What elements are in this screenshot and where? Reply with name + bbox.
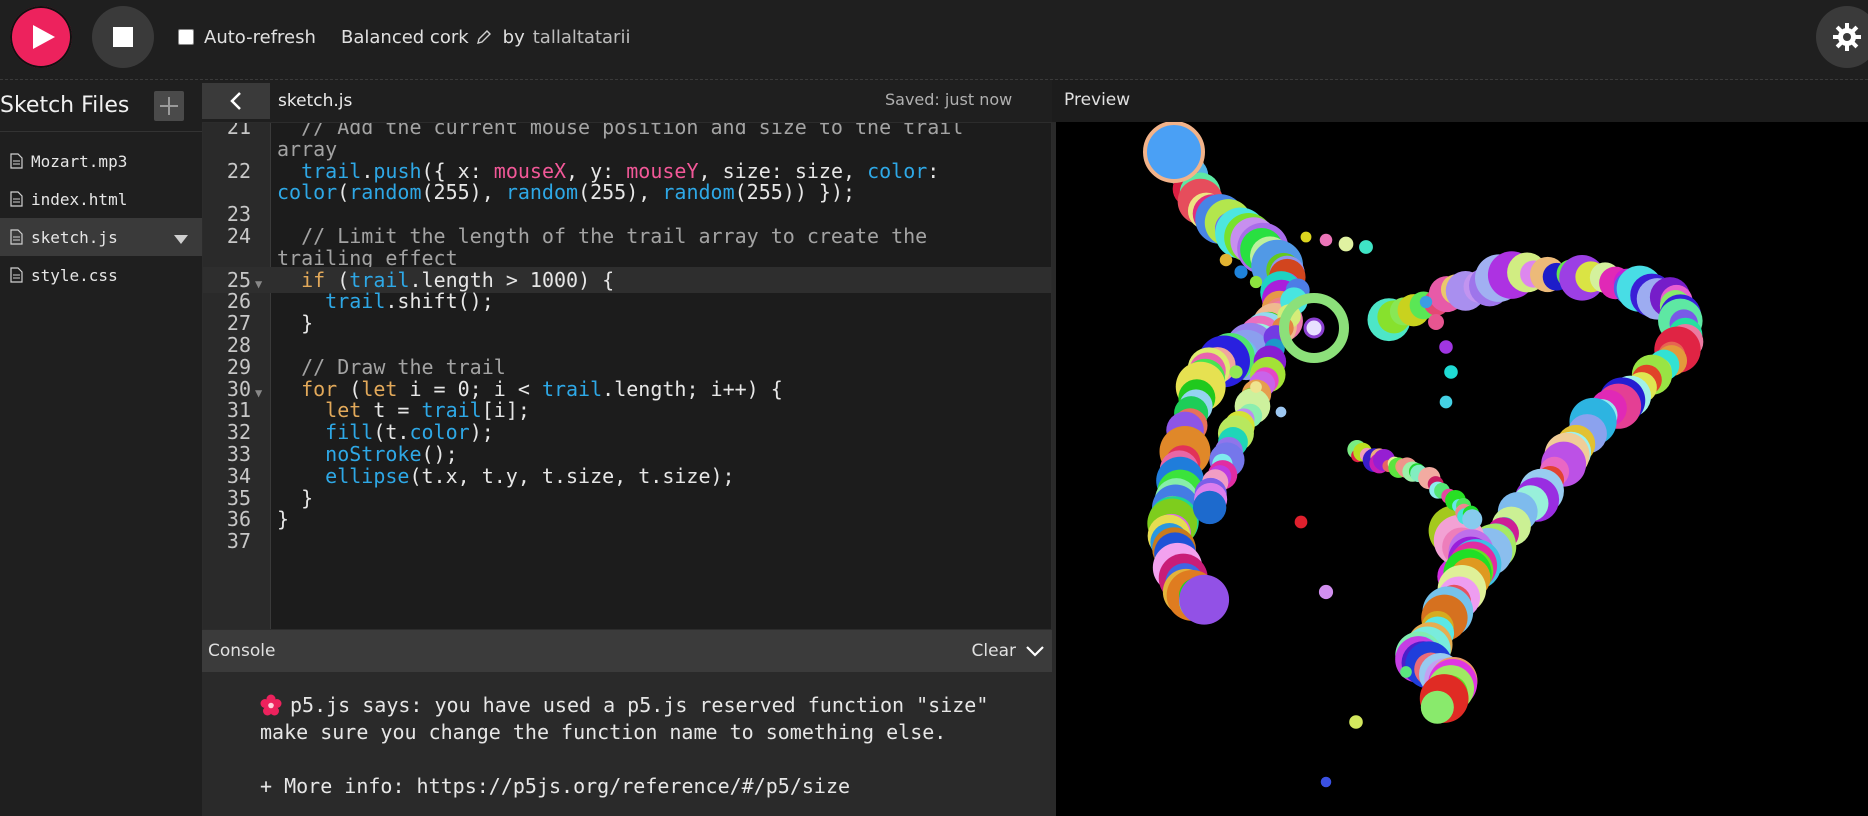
trail-dot xyxy=(1300,231,1312,243)
sidebar-title: Sketch Files xyxy=(0,93,130,118)
trail-dot xyxy=(1462,509,1483,530)
trail-dot xyxy=(1192,490,1227,525)
p5-flower-icon xyxy=(260,694,282,716)
editor-tabbar: sketch.js Saved: just now xyxy=(202,80,1052,122)
file-name: index.html xyxy=(31,189,128,209)
toolbar: Auto-refresh Balanced cork by tallaltata… xyxy=(0,0,1868,80)
play-icon xyxy=(32,25,55,49)
stop-button[interactable] xyxy=(92,6,154,68)
console-message-line2: make sure you change the function name t… xyxy=(260,720,947,744)
file-icon xyxy=(10,267,23,283)
auto-refresh-checkbox[interactable] xyxy=(178,29,194,45)
file-icon xyxy=(10,153,23,169)
trail-dot xyxy=(1359,240,1373,254)
pencil-icon[interactable] xyxy=(476,30,491,44)
file-name: Mozart.mp3 xyxy=(31,151,128,171)
by-label: by xyxy=(502,26,525,48)
settings-button[interactable] xyxy=(1816,6,1868,68)
auto-refresh-label: Auto-refresh xyxy=(204,26,316,48)
trail-dot xyxy=(1249,275,1263,289)
plus-icon xyxy=(160,96,178,115)
file-name: sketch.js xyxy=(31,227,118,247)
trail-dot xyxy=(1349,715,1363,729)
chevron-down-icon[interactable] xyxy=(1026,645,1044,657)
sidebar-header: Sketch Files xyxy=(0,80,202,132)
saved-status: Saved: just now xyxy=(885,90,1013,109)
file-item[interactable]: sketch.js xyxy=(0,218,202,256)
sketch-output-drawing xyxy=(1143,122,1704,788)
trail-dot xyxy=(1219,253,1233,267)
trail-dot xyxy=(1439,395,1453,409)
sketch-name[interactable]: Balanced cork xyxy=(341,27,469,48)
more-info-prefix: + More info: xyxy=(260,774,417,798)
console-header: Console Clear xyxy=(202,630,1052,672)
sketch-title: Balanced cork by tallaltatarii xyxy=(341,25,630,49)
trail-dot xyxy=(1318,584,1334,600)
play-button[interactable] xyxy=(10,6,72,68)
console-spacer xyxy=(260,746,1052,773)
file-item[interactable]: style.css xyxy=(0,256,202,294)
code-line[interactable]: 37 xyxy=(203,528,1051,554)
trail-dot xyxy=(1250,381,1262,393)
trail-dot xyxy=(1275,406,1287,418)
collapse-sidebar-button[interactable] xyxy=(202,83,270,119)
console-panel: Console Clear p5.js says: you have used … xyxy=(202,630,1052,816)
file-item[interactable]: index.html xyxy=(0,180,202,218)
file-name: style.css xyxy=(31,265,118,285)
trail-dot xyxy=(1320,776,1332,788)
trail-head-dot xyxy=(1143,122,1205,183)
console-title: Console xyxy=(208,641,276,661)
file-icon xyxy=(10,229,23,245)
gear-icon xyxy=(1833,23,1861,51)
trail-dot xyxy=(1420,690,1454,724)
trail-dot xyxy=(1234,265,1248,279)
console-clear-button[interactable]: Clear xyxy=(972,641,1016,661)
trail-dot xyxy=(1294,515,1308,529)
file-list: Mozart.mp3 index.html sketch.js style.css xyxy=(0,142,202,294)
line-number: 37 xyxy=(226,529,251,554)
trail-ring-center-dot xyxy=(1303,317,1325,339)
preview-label: Preview xyxy=(1064,90,1131,110)
trail-dot xyxy=(1338,236,1354,252)
file-item[interactable]: Mozart.mp3 xyxy=(0,142,202,180)
editor-filename: sketch.js xyxy=(278,91,353,111)
trail-dot xyxy=(1400,666,1412,678)
chevron-left-icon xyxy=(230,92,241,110)
console-message-line1: p5.js says: you have used a p5.js reserv… xyxy=(290,693,989,717)
trail-dot xyxy=(1419,295,1433,309)
auto-refresh-toggle[interactable]: Auto-refresh xyxy=(178,25,316,49)
trail-dot xyxy=(1229,365,1243,379)
more-info-link[interactable]: https://p5js.org/reference/#/p5/size xyxy=(417,774,850,798)
trail-dot xyxy=(1439,340,1453,354)
console-message: p5.js says: you have used a p5.js reserv… xyxy=(260,692,1052,719)
console-output: p5.js says: you have used a p5.js reserv… xyxy=(202,672,1052,800)
trail-dot xyxy=(1428,314,1444,330)
file-icon xyxy=(10,191,23,207)
preview-canvas[interactable] xyxy=(1056,122,1868,816)
file-options-caret-icon[interactable] xyxy=(174,230,188,249)
console-more-info: + More info: https://p5js.org/reference/… xyxy=(260,773,1052,800)
file-sidebar: Sketch Files Mozart.mp3 index.html sketch.… xyxy=(0,80,202,816)
trail-dot xyxy=(1444,365,1458,379)
trail-dot xyxy=(1179,574,1230,625)
author-link[interactable]: tallaltatarii xyxy=(533,27,631,48)
trail-dot xyxy=(1319,233,1333,247)
code-editor[interactable]: 21 // Add the current mouse position and… xyxy=(202,122,1052,630)
add-file-button[interactable] xyxy=(154,90,184,121)
stop-icon xyxy=(113,27,133,47)
